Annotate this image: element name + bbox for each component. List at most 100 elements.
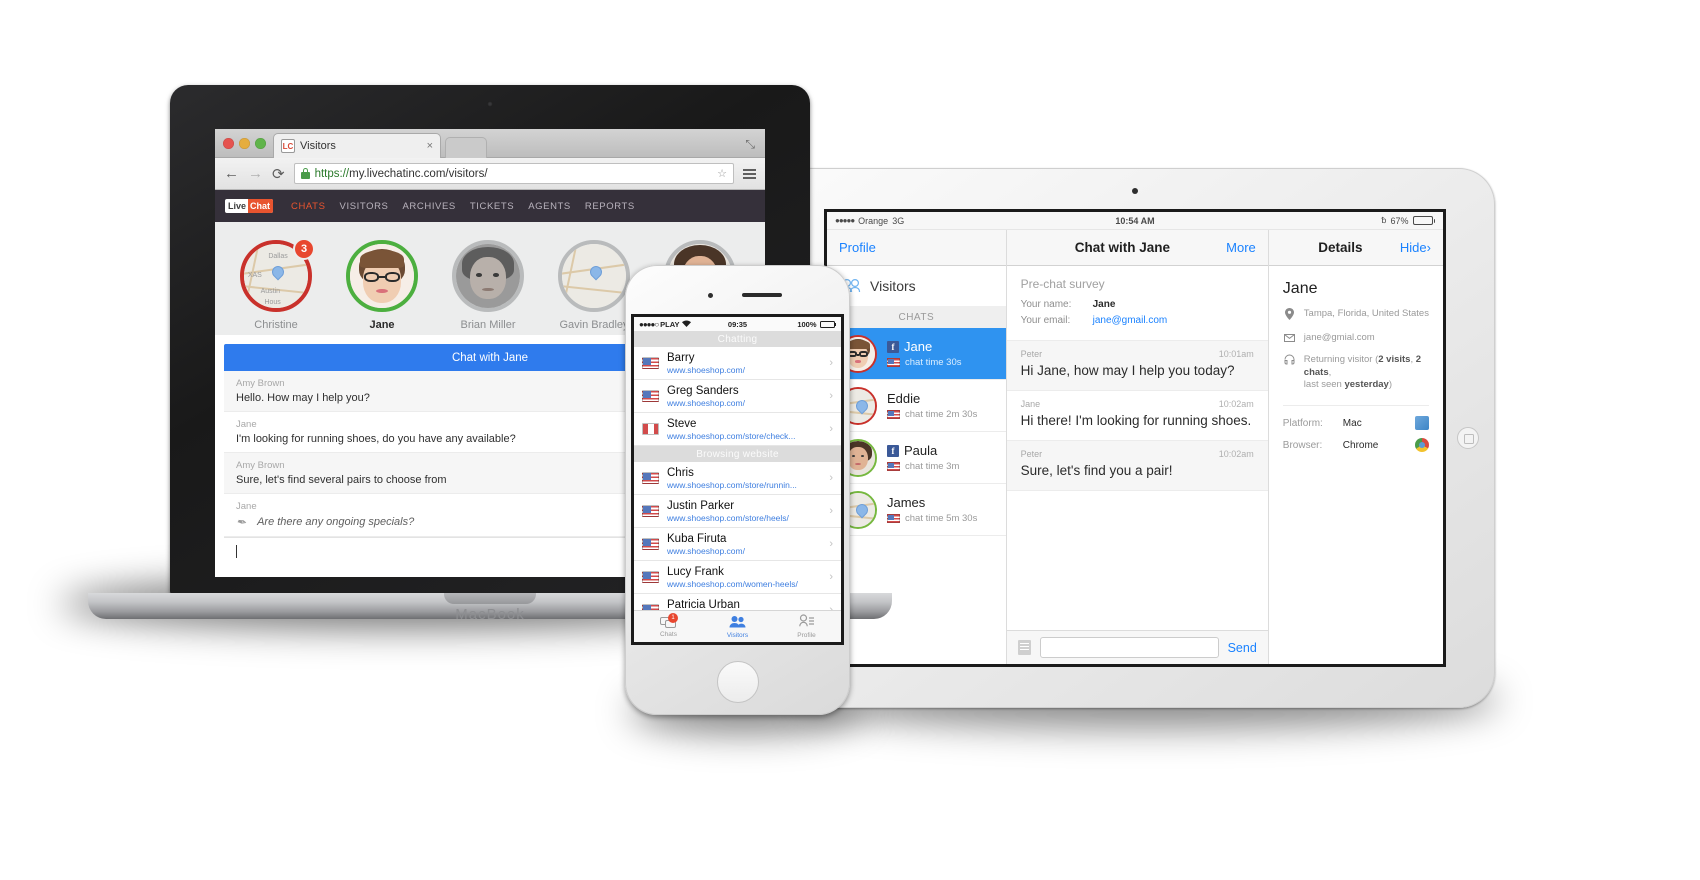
reload-icon[interactable]: ⟳ <box>272 165 285 183</box>
message-time: 10:02am <box>1218 448 1254 459</box>
send-button[interactable]: Send <box>1228 641 1257 655</box>
iphone-visitor-row[interactable]: Greg Sanders www.shoeshop.com/ › <box>634 380 841 413</box>
profile-button[interactable]: Profile <box>839 240 876 255</box>
visitor-url: www.shoeshop.com/store/check... <box>667 430 796 441</box>
zoom-window-button[interactable] <box>255 138 266 149</box>
ipad-details-column: Details Hide› Jane Tampa, Florida, Unite… <box>1267 230 1443 664</box>
livechat-logo[interactable]: Live Chat <box>225 199 274 213</box>
macbook-camera-icon <box>487 101 493 107</box>
browser-toolbar: ← → ⟳ https://my.livechatinc.com/visitor… <box>215 158 765 190</box>
nav-item-visitors[interactable]: VISITORS <box>340 201 389 212</box>
clock: 10:54 AM <box>1115 215 1155 226</box>
chevron-right-icon: › <box>829 357 833 369</box>
iphone-home-button[interactable] <box>716 661 759 703</box>
chat-name: f Jane <box>887 339 994 354</box>
browser-tab[interactable]: LC Visitors × <box>273 133 441 158</box>
new-tab-button[interactable] <box>445 137 487 158</box>
chat-list-item-jane[interactable]: f Jane chat time 30s <box>827 328 1006 380</box>
iphone-visitor-row[interactable]: Barry www.shoeshop.com/ › <box>634 347 841 380</box>
nav-item-archives[interactable]: ARCHIVES <box>403 201 456 212</box>
chat-list-item-eddie[interactable]: Eddie chat time 2m 30s <box>827 380 1006 432</box>
chats-section-header: CHATS <box>827 306 1006 328</box>
visitor-url: www.shoeshop.com/ <box>667 364 745 375</box>
iphone-visitor-row[interactable]: Justin Parker www.shoeshop.com/store/heel… <box>634 495 841 528</box>
survey-title: Pre-chat survey <box>1020 277 1105 291</box>
close-tab-icon[interactable]: × <box>427 140 433 152</box>
browser-tab-title: Visitors <box>300 140 336 152</box>
visitor-location: Tampa, Florida, United States <box>1303 308 1429 319</box>
bookmark-star-icon[interactable]: ☆ <box>717 167 727 180</box>
visitor-name: Brian Miller <box>460 319 516 331</box>
returning-visitor-icon <box>1283 354 1296 392</box>
visitor-location-row: Tampa, Florida, United States <box>1269 308 1443 332</box>
browser-tab-bar: LC Visitors × ⤡ <box>215 129 765 158</box>
tab-profile[interactable]: Profile <box>772 611 841 642</box>
minimize-window-button[interactable] <box>239 138 250 149</box>
facebook-icon: f <box>887 340 899 353</box>
ipad-conversation-navbar: Chat with Jane More <box>1006 230 1268 266</box>
message-input[interactable] <box>1039 637 1219 658</box>
livechat-favicon: LC <box>281 139 295 153</box>
browser-row: Browser: Chrome <box>1269 438 1443 460</box>
fullscreen-icon[interactable]: ⤡ <box>745 137 755 152</box>
message-text: Sure, let's find you a pair! <box>1020 462 1173 478</box>
visitor-url: www.shoeshop.com/ <box>667 545 745 556</box>
iphone-visitor-row[interactable]: Lucy Frank www.shoeshop.com/women-heels/ › <box>634 561 841 594</box>
hide-details-button[interactable]: Hide› <box>1400 240 1431 255</box>
message-text: Hi Jane, how may I help you today? <box>1020 363 1235 378</box>
livechat-navbar: Live Chat CHATS VISITORS ARCHIVES TICKETS… <box>215 190 765 222</box>
address-bar[interactable]: https://my.livechatinc.com/visitors/ ☆ <box>293 163 734 184</box>
visitor-returning-row: Returning visitor (2 visits, 2 chats, la… <box>1269 354 1443 399</box>
photo-avatar <box>350 244 414 308</box>
survey-email-label: Your email: <box>1020 315 1071 326</box>
more-button[interactable]: More <box>1226 240 1256 255</box>
survey-name-label: Your name: <box>1020 299 1072 310</box>
chrome-menu-icon[interactable] <box>743 168 756 179</box>
back-icon[interactable]: ← <box>224 165 239 182</box>
tab-visitors[interactable]: Visitors <box>703 611 772 642</box>
facebook-icon: f <box>887 444 899 457</box>
nav-item-chats[interactable]: CHATS <box>291 201 326 212</box>
chat-name: f Paula <box>887 443 994 458</box>
nav-item-agents[interactable]: AGENTS <box>528 201 571 212</box>
envelope-icon <box>1283 332 1296 347</box>
chat-list-item-james[interactable]: James chat time 5m 30s <box>827 484 1006 536</box>
close-window-button[interactable] <box>223 138 234 149</box>
visitor-name: Jane <box>369 319 395 331</box>
forward-icon[interactable]: → <box>248 165 263 182</box>
country-flag-icon <box>887 410 900 419</box>
visitor-name: Steve <box>667 417 697 430</box>
notes-icon[interactable] <box>1017 640 1031 655</box>
visitors-row[interactable]: Visitors <box>827 266 1006 306</box>
visitor-avatar-gavin-bradley[interactable]: Gavin Bradley <box>555 240 633 331</box>
survey-email-value[interactable]: jane@gmail.com <box>1093 315 1168 326</box>
tab-chats[interactable]: 1 Chats <box>634 611 703 642</box>
chat-name: James <box>887 495 926 510</box>
window-controls[interactable] <box>223 138 266 149</box>
iphone-visitor-row[interactable]: Steve www.shoeshop.com/store/check... › <box>634 413 841 446</box>
visitor-name: Patricia Urban <box>667 598 740 611</box>
visitors-label: Visitors <box>870 278 916 294</box>
iphone-visitor-list[interactable]: Chatting Barry www.shoeshop.com/› Greg Sand… <box>634 331 841 627</box>
chat-list-item-paula[interactable]: f Paula chat time 3m <box>827 432 1006 484</box>
iphone-carrier: PLAY <box>660 319 680 329</box>
ipad-message-list: 10:01am Peter Hi Jane, how may I help you … <box>1006 341 1268 491</box>
nav-item-tickets[interactable]: TICKETS <box>470 201 514 212</box>
unread-badge: 3 <box>293 238 315 260</box>
ipad-home-button[interactable] <box>1457 427 1479 449</box>
nav-item-reports[interactable]: REPORTS <box>585 201 635 212</box>
country-flag-icon <box>642 472 659 484</box>
visitor-avatar-jane[interactable]: Jane <box>343 240 421 331</box>
iphone-visitor-row[interactable]: Kuba Firuta www.shoeshop.com/ › <box>634 528 841 561</box>
carrier-label: Orange <box>858 215 889 226</box>
visitor-name: Gavin Bradley <box>559 319 629 331</box>
visitor-avatar-brian-miller[interactable]: Brian Miller <box>449 240 527 331</box>
visitor-email: jane@gmial.com <box>1303 331 1375 343</box>
visitor-avatar-christine[interactable]: Dallas XAS Austin Hous 3 Christine <box>237 238 315 331</box>
platform-row: Platform: Mac <box>1269 416 1443 438</box>
visitor-name: Christine <box>254 319 298 331</box>
iphone-battery-percent: 100% <box>797 319 817 329</box>
iphone-section-header: Chatting <box>634 331 841 347</box>
iphone-visitor-row[interactable]: Chris www.shoeshop.com/store/runnin... › <box>634 462 841 495</box>
ipad-status-bar: ●●●●● Orange 3G 10:54 AM ␢ 67% <box>827 212 1443 230</box>
